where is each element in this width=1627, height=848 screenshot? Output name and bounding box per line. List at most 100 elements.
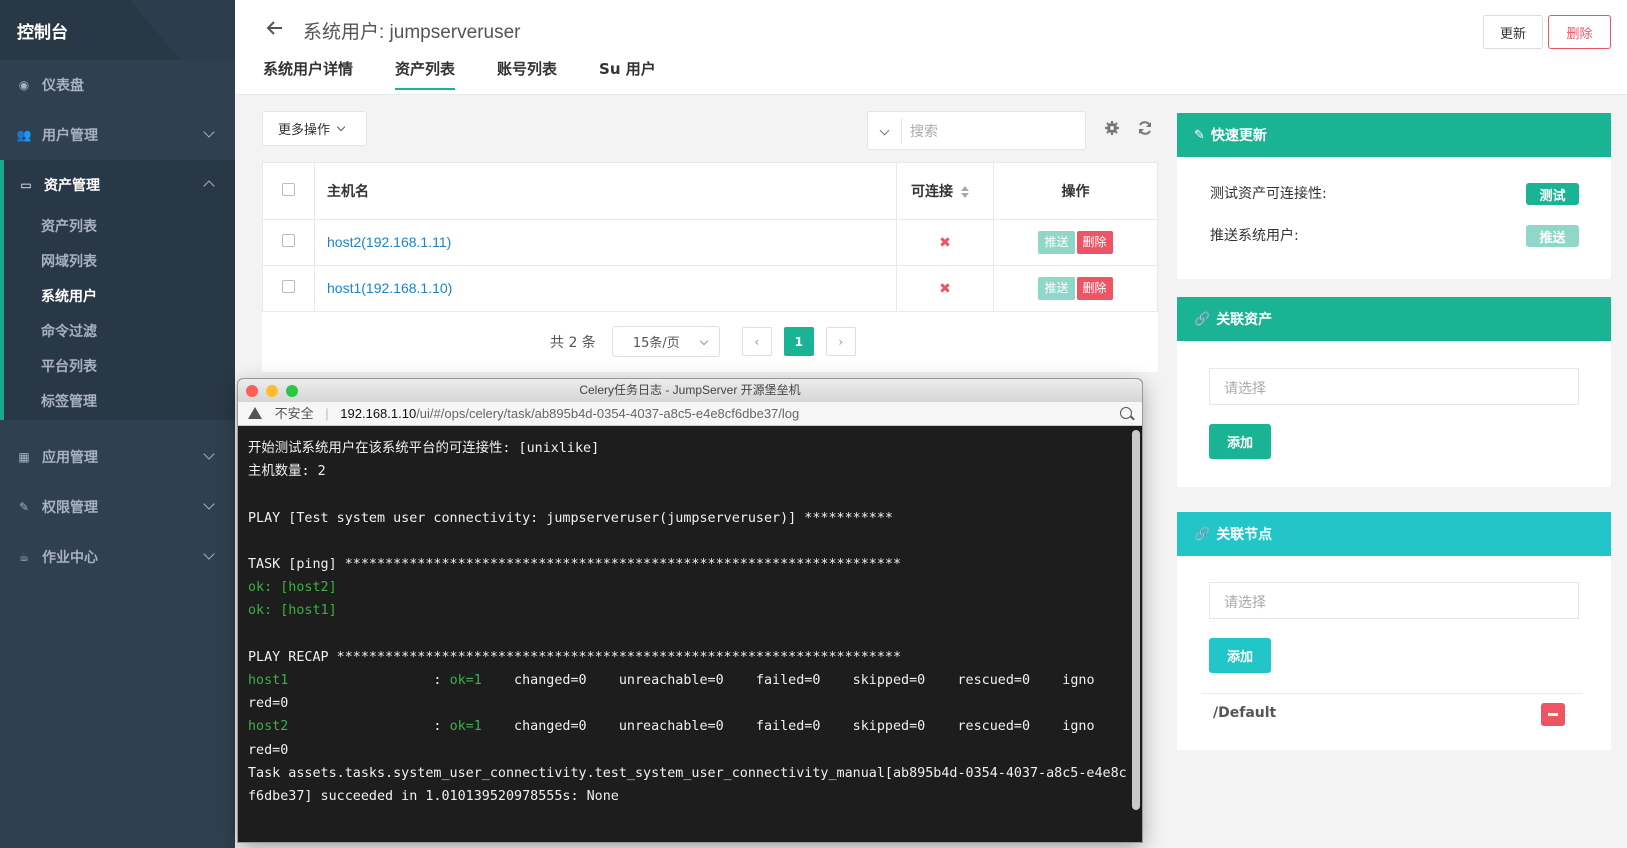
page-size-label: 15条/页 [632, 336, 680, 351]
node-select[interactable]: 请选择 [1209, 582, 1579, 619]
table-row: host1(192.168.1.10) ✖ 推送 删除 [262, 265, 1158, 312]
chevron-down-icon[interactable] [879, 125, 890, 136]
gear-icon[interactable] [1104, 120, 1120, 136]
linked-assets-panel: 🔗 关联资产 请选择 添加 [1177, 297, 1611, 487]
log-line: 开始测试系统用户在该系统平台的可连接性: [unixlike] [248, 441, 600, 456]
column-header-actions: 操作 [993, 162, 1158, 220]
sidebar-item-users[interactable]: 👥 用户管理 [0, 110, 235, 160]
add-asset-button[interactable]: 添加 [1209, 424, 1271, 459]
quick-update-header: ✎ 快速更新 [1177, 113, 1611, 157]
push-button[interactable]: 推送 [1038, 231, 1075, 254]
scrollbar[interactable] [1132, 430, 1140, 810]
tab-su-user[interactable]: Su 用户 [599, 58, 656, 90]
prev-page-button[interactable]: ‹ [741, 327, 772, 356]
address-bar[interactable]: 不安全 | 192.168.1.10/ui/#/ops/celery/task/… [238, 402, 1142, 426]
chevron-down-icon [203, 448, 215, 460]
chevron-down-icon [203, 498, 215, 510]
sidebar-item-label: 应用管理 [42, 450, 98, 466]
chevron-down-icon [203, 548, 215, 560]
sidebar-sub-command-filter[interactable]: 命令过滤 [4, 315, 235, 350]
test-button[interactable]: 测试 [1526, 183, 1579, 205]
column-header-connectable[interactable]: 可连接 [896, 162, 994, 220]
sidebar-item-jobs[interactable]: ☕ 作业中心 [0, 532, 235, 582]
window-title: Celery任务日志 - JumpServer 开源堡垒机 [579, 383, 801, 397]
column-header-connectable-label: 可连接 [911, 184, 953, 200]
zoom-icon[interactable] [1120, 407, 1132, 419]
edit-icon: ✎ [18, 500, 30, 514]
chevron-down-icon [336, 122, 346, 132]
asset-table: 主机名 可连接 操作 host2(192.168.1.11) ✖ 推送 删除 ho… [262, 162, 1158, 312]
log-recap-host: host1 [248, 673, 289, 689]
remove-node-button[interactable] [1541, 703, 1565, 726]
sidebar-item-permissions[interactable]: ✎ 权限管理 [0, 482, 235, 532]
tab-system-user-detail[interactable]: 系统用户详情 [263, 58, 353, 90]
update-button[interactable]: 更新 [1483, 15, 1543, 49]
next-page-button[interactable]: › [825, 327, 856, 356]
sidebar-item-label: 作业中心 [42, 550, 98, 566]
inbox-icon: ▭ [20, 178, 32, 192]
linked-nodes-panel: 🔗 关联节点 请选择 添加 /Default [1177, 512, 1611, 750]
page-header: 系统用户: jumpserveruser 系统用户详情 资产列表 账号列表 Su… [235, 0, 1627, 95]
maximize-window-button[interactable] [286, 385, 298, 397]
sidebar-group-assets: ▭ 资产管理 资产列表 网域列表 系统用户 命令过滤 平台列表 标签管理 [0, 160, 235, 420]
add-node-button[interactable]: 添加 [1209, 638, 1271, 673]
push-button[interactable]: 推送 [1038, 277, 1075, 300]
sidebar: 控制台 ◉ 仪表盘 👥 用户管理 ▭ 资产管理 资产列表 网域列表 系统用户 命… [0, 0, 235, 848]
window-titlebar: Celery任务日志 - JumpServer 开源堡垒机 [238, 379, 1142, 402]
tab-account-list[interactable]: 账号列表 [497, 58, 557, 90]
sidebar-sub-asset-list[interactable]: 资产列表 [4, 210, 235, 245]
minimize-window-button[interactable] [266, 385, 278, 397]
sidebar-item-label: 用户管理 [42, 128, 98, 144]
sort-icon[interactable] [961, 186, 969, 198]
sidebar-item-applications[interactable]: ▦ 应用管理 [0, 432, 235, 482]
insecure-label: 不安全 [274, 406, 314, 421]
sidebar-sub-label-manage[interactable]: 标签管理 [4, 385, 235, 420]
delete-button[interactable]: 删除 [1548, 15, 1611, 49]
asset-select[interactable]: 请选择 [1209, 368, 1579, 405]
refresh-icon[interactable] [1137, 120, 1153, 136]
sidebar-sub-platform-list[interactable]: 平台列表 [4, 350, 235, 385]
sidebar-item-dashboard[interactable]: ◉ 仪表盘 [0, 60, 235, 110]
select-all-checkbox[interactable] [282, 182, 295, 196]
table-header-row: 主机名 可连接 操作 [262, 162, 1158, 220]
row-checkbox[interactable] [282, 234, 295, 247]
more-actions-button[interactable]: 更多操作 [262, 111, 367, 146]
test-connectivity-label: 测试资产可连接性: [1210, 186, 1327, 202]
search-input[interactable] [910, 120, 1070, 142]
sidebar-item-label: 权限管理 [42, 500, 98, 516]
quick-update-panel: ✎ 快速更新 测试资产可连接性: 测试 推送系统用户: 推送 [1177, 113, 1611, 279]
host-link[interactable]: host1(192.168.1.10) [327, 280, 452, 296]
log-recap-stats: changed=0 unreachable=0 failed=0 skipped… [481, 719, 1095, 735]
sidebar-sub-system-user[interactable]: 系统用户 [4, 280, 235, 315]
sidebar-item-label: 资产管理 [44, 178, 100, 194]
list-item: /Default [1201, 693, 1583, 735]
chevron-down-icon [203, 126, 215, 138]
edit-icon: ✎ [1194, 127, 1205, 143]
log-line: 主机数量: 2 [248, 464, 326, 480]
row-delete-button[interactable]: 删除 [1076, 231, 1113, 254]
column-header-hostname[interactable]: 主机名 [314, 162, 897, 220]
sidebar-brand: 控制台 [0, 0, 235, 60]
page-button[interactable]: 1 [783, 327, 814, 356]
linked-nodes-title: 关联节点 [1216, 527, 1273, 543]
url-host: 192.168.1.10 [340, 406, 417, 421]
log-recap-ok: ok=1 [449, 719, 482, 735]
page-size-select[interactable]: 15条/页 [611, 326, 720, 357]
table-row: host2(192.168.1.11) ✖ 推送 删除 [262, 219, 1158, 266]
link-icon: 🔗 [1194, 311, 1211, 327]
sidebar-item-assets[interactable]: ▭ 资产管理 [4, 160, 235, 210]
more-actions-label: 更多操作 [278, 123, 331, 138]
close-window-button[interactable] [246, 385, 258, 397]
warning-icon [248, 407, 262, 419]
log-line: ok: [host1] [248, 603, 337, 619]
row-checkbox[interactable] [282, 280, 295, 293]
pagination: 共 2 条 15条/页 ‹ 1 › [550, 326, 868, 357]
host-link[interactable]: host2(192.168.1.11) [327, 234, 451, 250]
sidebar-sub-domain-list[interactable]: 网域列表 [4, 245, 235, 280]
tab-bar: 系统用户详情 资产列表 账号列表 Su 用户 [263, 58, 698, 90]
row-delete-button[interactable]: 删除 [1076, 277, 1113, 300]
push-system-user-button[interactable]: 推送 [1526, 225, 1579, 247]
tab-asset-list[interactable]: 资产列表 [395, 58, 456, 90]
log-recap-host: host2 [248, 719, 289, 735]
back-arrow-icon[interactable] [265, 18, 285, 38]
